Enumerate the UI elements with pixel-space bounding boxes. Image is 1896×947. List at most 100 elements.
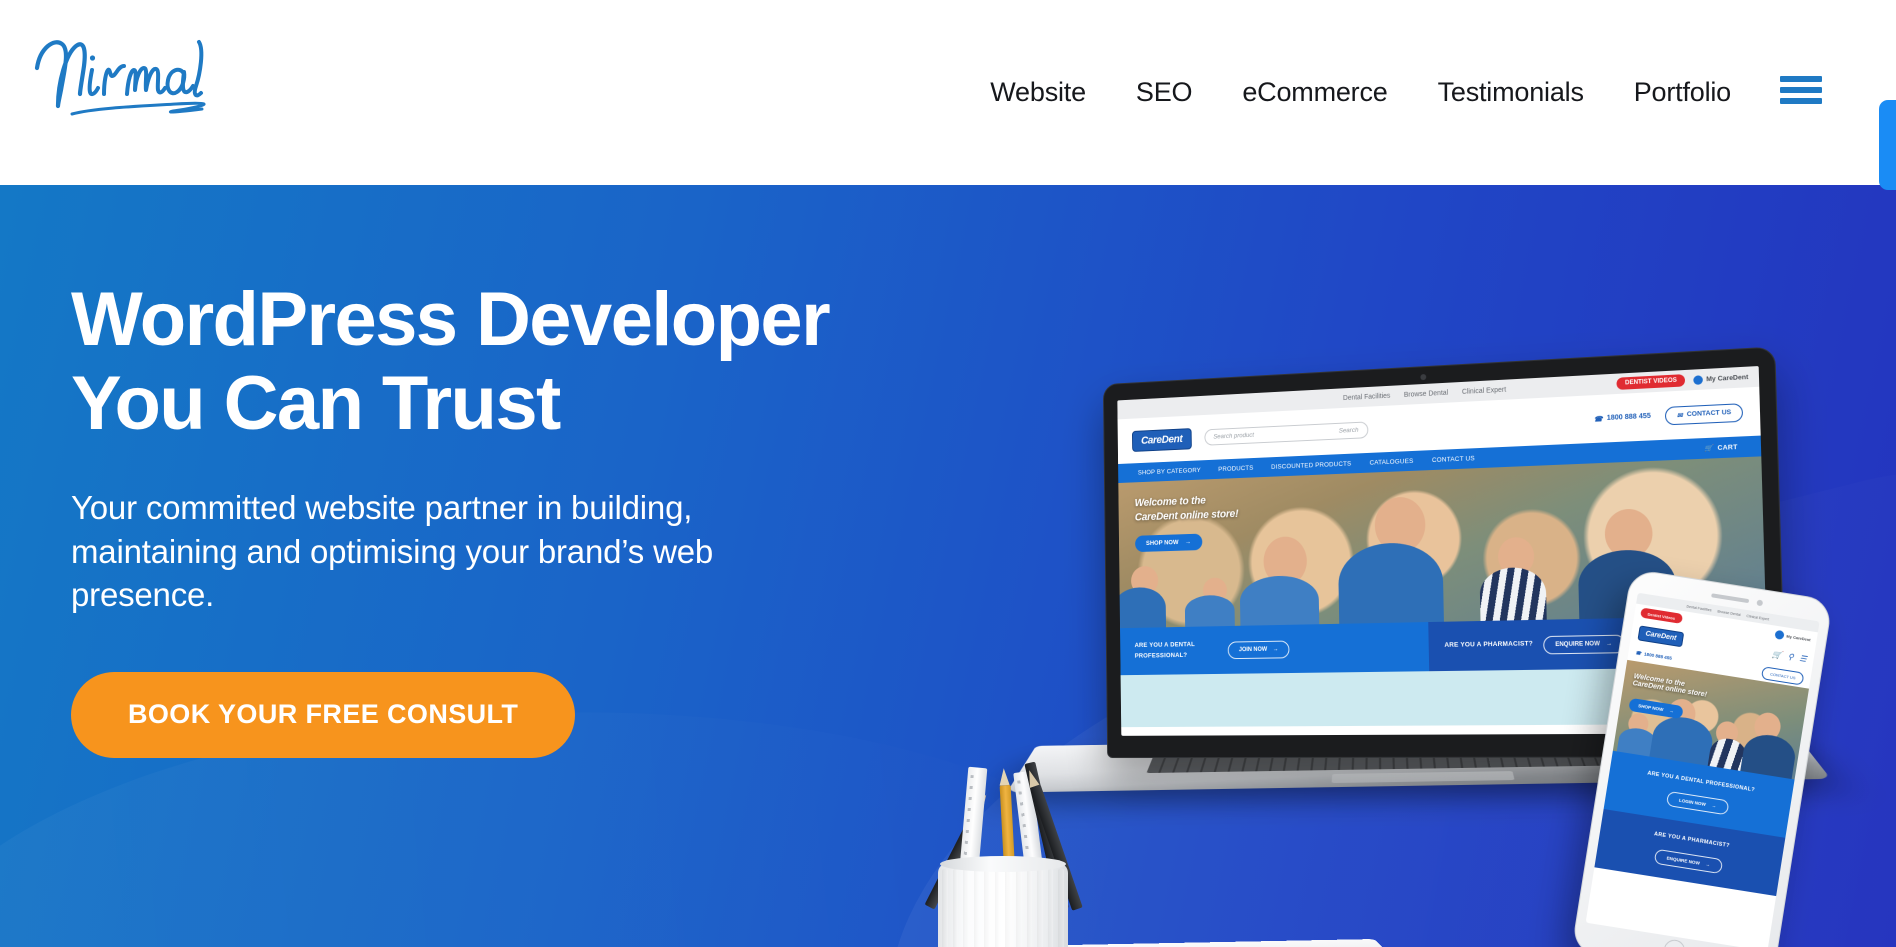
nav-item-portfolio[interactable]: Portfolio — [1609, 77, 1756, 108]
shop-now-label: SHOP NOW — [1145, 539, 1179, 547]
search-icon[interactable]: ⚲ — [1787, 652, 1794, 662]
topbar-link-2[interactable]: Browse Dental — [1404, 389, 1448, 398]
enquire-now-label: ENQUIRE NOW — [1555, 640, 1600, 648]
family-body-2 — [1185, 594, 1236, 627]
mail-icon: ✉ — [1676, 411, 1683, 420]
search-button-label: Search — [1338, 426, 1359, 435]
cart-label: CART — [1717, 443, 1738, 452]
nav-item-website[interactable]: Website — [965, 77, 1111, 108]
hero-device-mockup-image: Dental Facilities Browse Dental Clinical… — [734, 305, 1896, 947]
side-tab-handle[interactable] — [1879, 100, 1896, 190]
phone-caredent-logo[interactable]: CareDent — [1637, 624, 1685, 647]
hero-section: WordPress Developer You Can Trust Your c… — [0, 185, 1896, 947]
arrow-right-icon: → — [1184, 538, 1191, 546]
laptop-camera-icon — [1420, 373, 1427, 381]
enquire-now-button[interactable]: ENQUIRE NOW → — [1542, 634, 1625, 654]
dental-professional-question: ARE YOU A DENTAL PROFESSIONAL? — [1134, 641, 1195, 660]
hamburger-bar-1 — [1780, 76, 1822, 82]
phone-family-body-4 — [1740, 731, 1798, 780]
user-avatar-icon — [1693, 374, 1704, 385]
phone-number[interactable]: ☎ 1800 888 455 — [1635, 650, 1672, 662]
topbar-right-group: DENTIST VIDEOS My CareDent — [1616, 371, 1749, 390]
laptop-trackpad — [1331, 771, 1515, 784]
user-avatar-icon — [1774, 629, 1785, 640]
phone-number[interactable]: ☎ 1800 888 455 — [1594, 412, 1651, 423]
hero-subtitle: Your committed website partner in buildi… — [71, 489, 714, 614]
arrow-right-icon: → — [1711, 803, 1717, 809]
phone-topbar-link-1[interactable]: Dental Facilities — [1686, 604, 1712, 612]
hero-title-line-1: WordPress Developer — [71, 277, 831, 362]
phone-account-label: My CareDent — [1786, 633, 1812, 642]
main-navigation: Website SEO eCommerce Testimonials Portf… — [965, 0, 1756, 185]
family-body-1 — [1118, 586, 1167, 629]
hamburger-bar-3 — [1780, 98, 1822, 104]
hero-title-line-2: You Can Trust — [71, 360, 561, 446]
dental-professional-panel[interactable]: ARE YOU A DENTAL PROFESSIONAL? JOIN NOW … — [1120, 622, 1430, 676]
phone-login-now-label: LOGIN NOW — [1678, 797, 1707, 808]
nav-item-seo[interactable]: SEO — [1111, 77, 1217, 108]
phone-family-body-2 — [1649, 713, 1716, 766]
family-body-4 — [1337, 541, 1444, 624]
hamburger-menu-icon[interactable] — [1780, 76, 1822, 104]
family-body-5 — [1479, 566, 1547, 622]
phone-header-icons: 🛒 ⚲ ☰ — [1771, 649, 1807, 663]
caredent-hero-line-2: CareDent online store! — [1134, 508, 1239, 524]
product-search-input[interactable]: Search product Search — [1204, 421, 1369, 446]
phone-login-now-button[interactable]: LOGIN NOW → — [1666, 791, 1730, 816]
book-free-consult-button[interactable]: BOOK YOUR FREE CONSULT — [71, 671, 576, 758]
account-label: My CareDent — [1706, 373, 1749, 383]
phone-icon: ☎ — [1593, 415, 1603, 424]
site-nav-item-3[interactable]: DISCOUNTED PRODUCTS — [1271, 460, 1351, 470]
caredent-logo[interactable]: CareDent — [1131, 427, 1192, 452]
phone-topbar-link-2[interactable]: Browse Dental — [1717, 609, 1741, 617]
pencil-cup — [938, 856, 1068, 947]
site-nav-item-4[interactable]: CATALOGUES — [1369, 457, 1413, 466]
shop-now-button[interactable]: SHOP NOW → — [1135, 533, 1202, 553]
cart-icon: 🛒 — [1704, 444, 1714, 453]
cart-icon[interactable]: 🛒 — [1771, 649, 1782, 659]
hero-copy-block: WordPress Developer You Can Trust Your c… — [71, 278, 911, 758]
phone-shop-now-label: SHOP NOW — [1637, 703, 1664, 713]
cup-ribs — [942, 869, 1064, 947]
phone-home-button[interactable] — [1662, 938, 1687, 947]
landing-page: Nirmal Website SEO eCommerce Testimonial… — [0, 0, 1896, 947]
phone-enquire-now-label: ENQUIRE NOW — [1666, 855, 1701, 867]
site-nav-item-1[interactable]: SHOP BY CATEGORY — [1138, 467, 1201, 476]
arrow-right-icon: → — [1605, 640, 1613, 647]
family-body-3 — [1239, 574, 1319, 626]
arrow-right-icon: → — [1668, 708, 1675, 714]
hamburger-bar-2 — [1780, 87, 1822, 93]
cart-button[interactable]: 🛒 CART — [1704, 443, 1738, 453]
phone-icon: ☎ — [1635, 649, 1642, 656]
site-header: Nirmal Website SEO eCommerce Testimonial… — [0, 0, 1896, 185]
search-placeholder: Search product — [1213, 431, 1255, 441]
contact-us-button[interactable]: ✉ CONTACT US — [1665, 402, 1744, 425]
topbar-link-1[interactable]: Dental Facilities — [1343, 392, 1390, 401]
account-link[interactable]: My CareDent — [1693, 372, 1749, 385]
phone-screen: Dental Facilities Browse Dental Clinical… — [1585, 592, 1820, 947]
phone-number-text: 1800 888 455 — [1606, 412, 1651, 423]
nirmal-logo-mark — [34, 40, 206, 116]
topbar-link-3[interactable]: Clinical Expert — [1462, 386, 1506, 395]
phone-speaker-icon — [1711, 593, 1750, 604]
arrow-right-icon: → — [1705, 862, 1711, 868]
phone-enquire-now-button[interactable]: ENQUIRE NOW → — [1653, 849, 1724, 875]
caredent-hero-line-1: Welcome to the — [1134, 494, 1206, 510]
hero-title: WordPress Developer You Can Trust — [71, 278, 911, 445]
pharmacist-question: ARE YOU A PHARMACIST? — [1444, 640, 1534, 650]
join-now-button[interactable]: JOIN NOW → — [1227, 640, 1290, 659]
phone-topbar-link-3[interactable]: Clinical Expert — [1746, 614, 1769, 622]
nav-item-ecommerce[interactable]: eCommerce — [1217, 77, 1412, 108]
site-nav-item-5[interactable]: CONTACT US — [1432, 455, 1475, 464]
nav-item-testimonials[interactable]: Testimonials — [1413, 77, 1609, 108]
caredent-hero-copy: Welcome to the CareDent online store! SH… — [1135, 494, 1239, 553]
phone-number-text: 1800 888 455 — [1643, 651, 1673, 661]
join-now-label: JOIN NOW — [1238, 646, 1268, 653]
dentist-videos-badge[interactable]: DENTIST VIDEOS — [1616, 374, 1686, 390]
arrow-right-icon: → — [1272, 646, 1279, 653]
menu-icon[interactable]: ☰ — [1799, 653, 1807, 663]
nirmal-logo[interactable]: Nirmal — [24, 22, 254, 132]
contact-us-label: CONTACT US — [1686, 408, 1732, 419]
pencil-cup-group — [890, 745, 1120, 947]
site-nav-item-2[interactable]: PRODUCTS — [1218, 464, 1253, 472]
